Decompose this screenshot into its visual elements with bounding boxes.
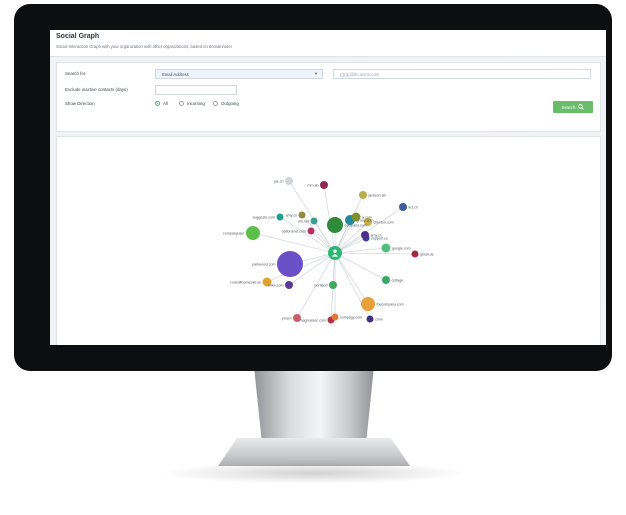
- graph-node[interactable]: [361, 297, 375, 311]
- graph-node-label: magnussen.com: [300, 318, 326, 322]
- graph-node-label: clienton.com: [374, 220, 394, 224]
- direction-incoming-radio[interactable]: [179, 101, 184, 106]
- graph-node-label: amy.co: [286, 213, 297, 217]
- graph-node-label: pmcm: [282, 316, 292, 320]
- stand-shadow: [160, 462, 468, 484]
- search-type-select[interactable]: Email Address ▼: [155, 69, 323, 79]
- graph-node-label: gmail.de: [420, 252, 434, 256]
- show-direction-label: Show Direction: [65, 101, 95, 106]
- center-user-node[interactable]: [328, 246, 342, 260]
- graph-node-label: joe.ch: [273, 179, 284, 183]
- graph-node[interactable]: [298, 211, 306, 219]
- graph-node[interactable]: [399, 203, 407, 211]
- graph-node-label: companyuser: [223, 231, 245, 235]
- exclude-inactive-label: Exclude inactive contacts (days): [65, 87, 128, 92]
- graph-node-label: thecompany.com: [377, 302, 404, 306]
- monitor-stand: [254, 371, 374, 443]
- search-for-label: Search for: [65, 71, 86, 76]
- magnifier-icon: [578, 104, 585, 110]
- graph-node[interactable]: [276, 213, 284, 221]
- search-button[interactable]: Search: [553, 101, 593, 113]
- graph-node[interactable]: [310, 217, 318, 225]
- social-graph-panel: joe.ch mm.ab jackson.ab krs.ch suggeste.com a…: [56, 136, 601, 345]
- graph-node-label: mike.com: [268, 283, 283, 287]
- chevron-down-icon: ▼: [314, 71, 318, 76]
- graph-edge: [252, 232, 336, 254]
- graph-node-label: mh.net: [298, 219, 309, 223]
- graph-edge: [334, 252, 387, 281]
- page-header: Social Graph Social Interaction Graph wi…: [50, 30, 606, 57]
- graph-node[interactable]: [329, 281, 337, 289]
- graph-node[interactable]: [246, 226, 260, 240]
- graph-node-label: mm.ab: [308, 183, 319, 187]
- graph-node[interactable]: [285, 281, 293, 289]
- graph-node-label: amy.co: [371, 233, 382, 237]
- graph-node[interactable]: [277, 251, 303, 277]
- graph-node[interactable]: [331, 313, 339, 321]
- graph-node[interactable]: [327, 217, 343, 233]
- graph-node-label: cottage: [392, 278, 404, 282]
- graph-node-label: parkwood.com: [252, 262, 275, 266]
- page-subtitle: Social Interaction Graph with your organ…: [56, 44, 232, 49]
- exclude-days-input[interactable]: [155, 85, 237, 95]
- page-title: Social Graph: [56, 33, 100, 40]
- monitor-bezel: Social Graph Social Interaction Graph wi…: [14, 4, 612, 371]
- graph-node-label: consulthomesab.se: [230, 280, 261, 284]
- graph-node-label: company.com: [345, 223, 367, 227]
- graph-node-label: google.com: [392, 246, 411, 250]
- graph-node[interactable]: [366, 315, 374, 323]
- graph-node[interactable]: [361, 231, 369, 239]
- app-screen: Social Graph Social Interaction Graph wi…: [50, 30, 606, 345]
- direction-all-radio[interactable]: [155, 101, 160, 106]
- direction-incoming-label: Incoming: [187, 101, 205, 106]
- graph-node[interactable]: [351, 212, 361, 222]
- graph-node-label: krs.ch: [409, 205, 419, 209]
- search-button-label: Search: [561, 104, 576, 110]
- direction-all-label: All: [163, 101, 168, 106]
- graph-node[interactable]: [411, 250, 419, 258]
- search-form: Search for Email Address ▼ (((((((@tfe.a…: [56, 62, 601, 132]
- direction-outgoing-radio[interactable]: [213, 101, 218, 106]
- graph-node[interactable]: [381, 243, 391, 253]
- graph-node[interactable]: [285, 177, 293, 185]
- graph-node-label: jackson.ab: [368, 193, 386, 197]
- graph-node-label: optionsnet.com: [282, 229, 306, 233]
- graph-edge: [334, 252, 369, 305]
- social-graph[interactable]: joe.ch mm.ab jackson.ab krs.ch suggeste.com a…: [57, 137, 600, 345]
- graph-node-label: portland: [315, 283, 328, 287]
- search-value-input[interactable]: (((((((@tfe.acme.com: [333, 69, 591, 79]
- graph-edge: [334, 252, 416, 255]
- graph-node[interactable]: [307, 227, 315, 235]
- graph-node-label: cmm: [375, 317, 383, 321]
- search-type-value: Email Address: [162, 72, 189, 77]
- graph-node-label: suggeste.com: [253, 215, 275, 219]
- graph-node[interactable]: [382, 276, 390, 284]
- direction-outgoing-label: Outgoing: [221, 101, 239, 106]
- graph-node[interactable]: [359, 191, 367, 199]
- graph-node-label: compagy.com: [340, 315, 362, 319]
- graph-node[interactable]: [320, 181, 328, 189]
- graph-node-label: a.com: [362, 215, 372, 219]
